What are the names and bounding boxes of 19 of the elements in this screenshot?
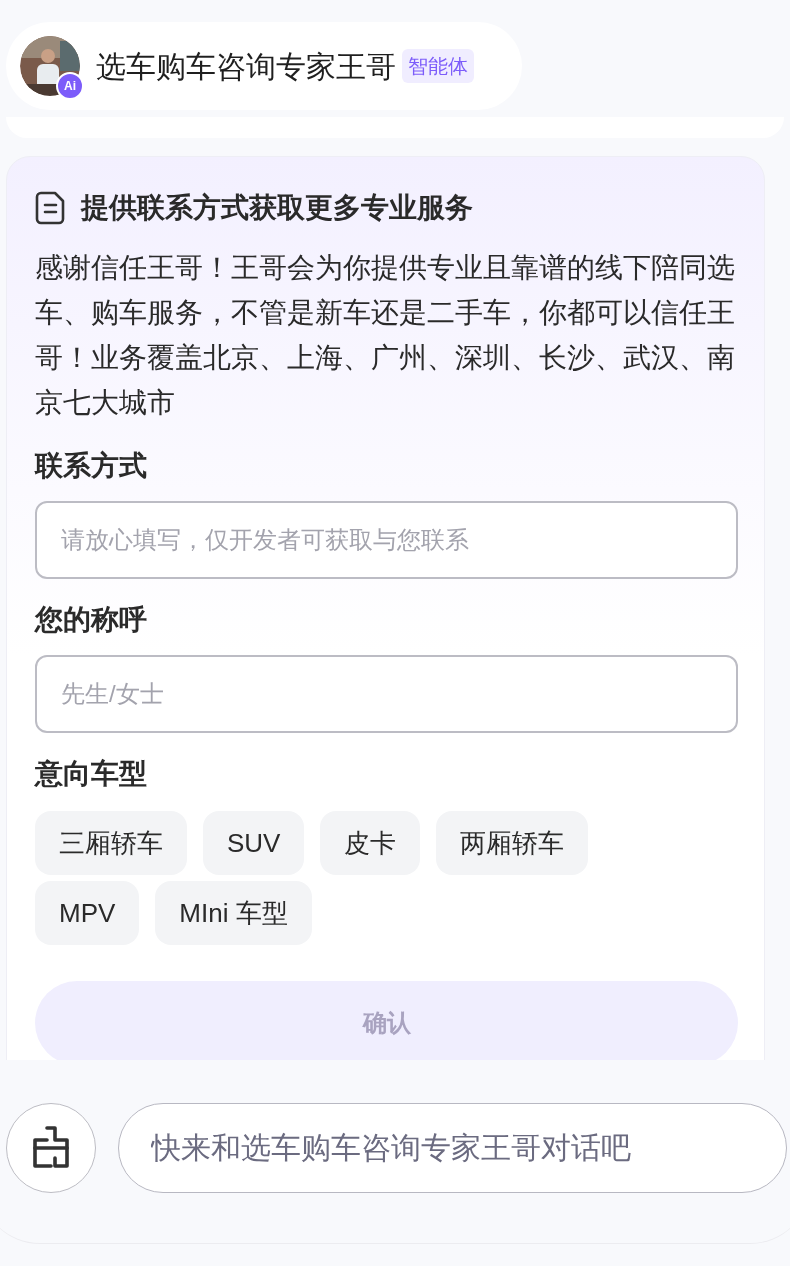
agent-tag: 智能体 <box>402 49 474 83</box>
ai-badge: Ai <box>56 72 84 100</box>
field-label: 意向车型 <box>35 757 148 791</box>
intro-text: 感谢信任王哥！王哥会为你提供专业且靠谱的线下陪同选车、购车服务，不管是新车还是二手车，你都可以信任王哥！业务覆盖北京、上海、广州、深圳、长沙、武汉、南京七大城市 <box>35 251 736 420</box>
form-title: 提供联系方式获取更多专业服务 <box>81 191 473 225</box>
chat-input-field[interactable]: 快来和选车购车咨询专家王哥对话吧 <box>118 1103 787 1193</box>
brush-icon <box>31 1126 71 1170</box>
car-type-chip[interactable]: MIni 车型 <box>155 881 312 945</box>
field-label: 您的称呼 <box>35 603 148 637</box>
input-field[interactable]: 请放心填写，仅开发者可获取与您联系 <box>35 501 738 579</box>
document-icon <box>35 191 67 225</box>
car-type-chip[interactable]: 皮卡 <box>320 811 421 875</box>
input-field[interactable]: 先生/女士 <box>35 655 738 733</box>
agent-name: 选车购车咨询专家王哥 <box>96 48 396 85</box>
car-type-chip[interactable]: 两厢轿车 <box>436 811 589 875</box>
car-type-chip[interactable]: SUV <box>203 811 305 875</box>
car-type-chip[interactable]: MPV <box>35 881 140 945</box>
field-label: 联系方式 <box>35 449 148 483</box>
car-type-chip[interactable]: 三厢轿车 <box>35 811 187 875</box>
